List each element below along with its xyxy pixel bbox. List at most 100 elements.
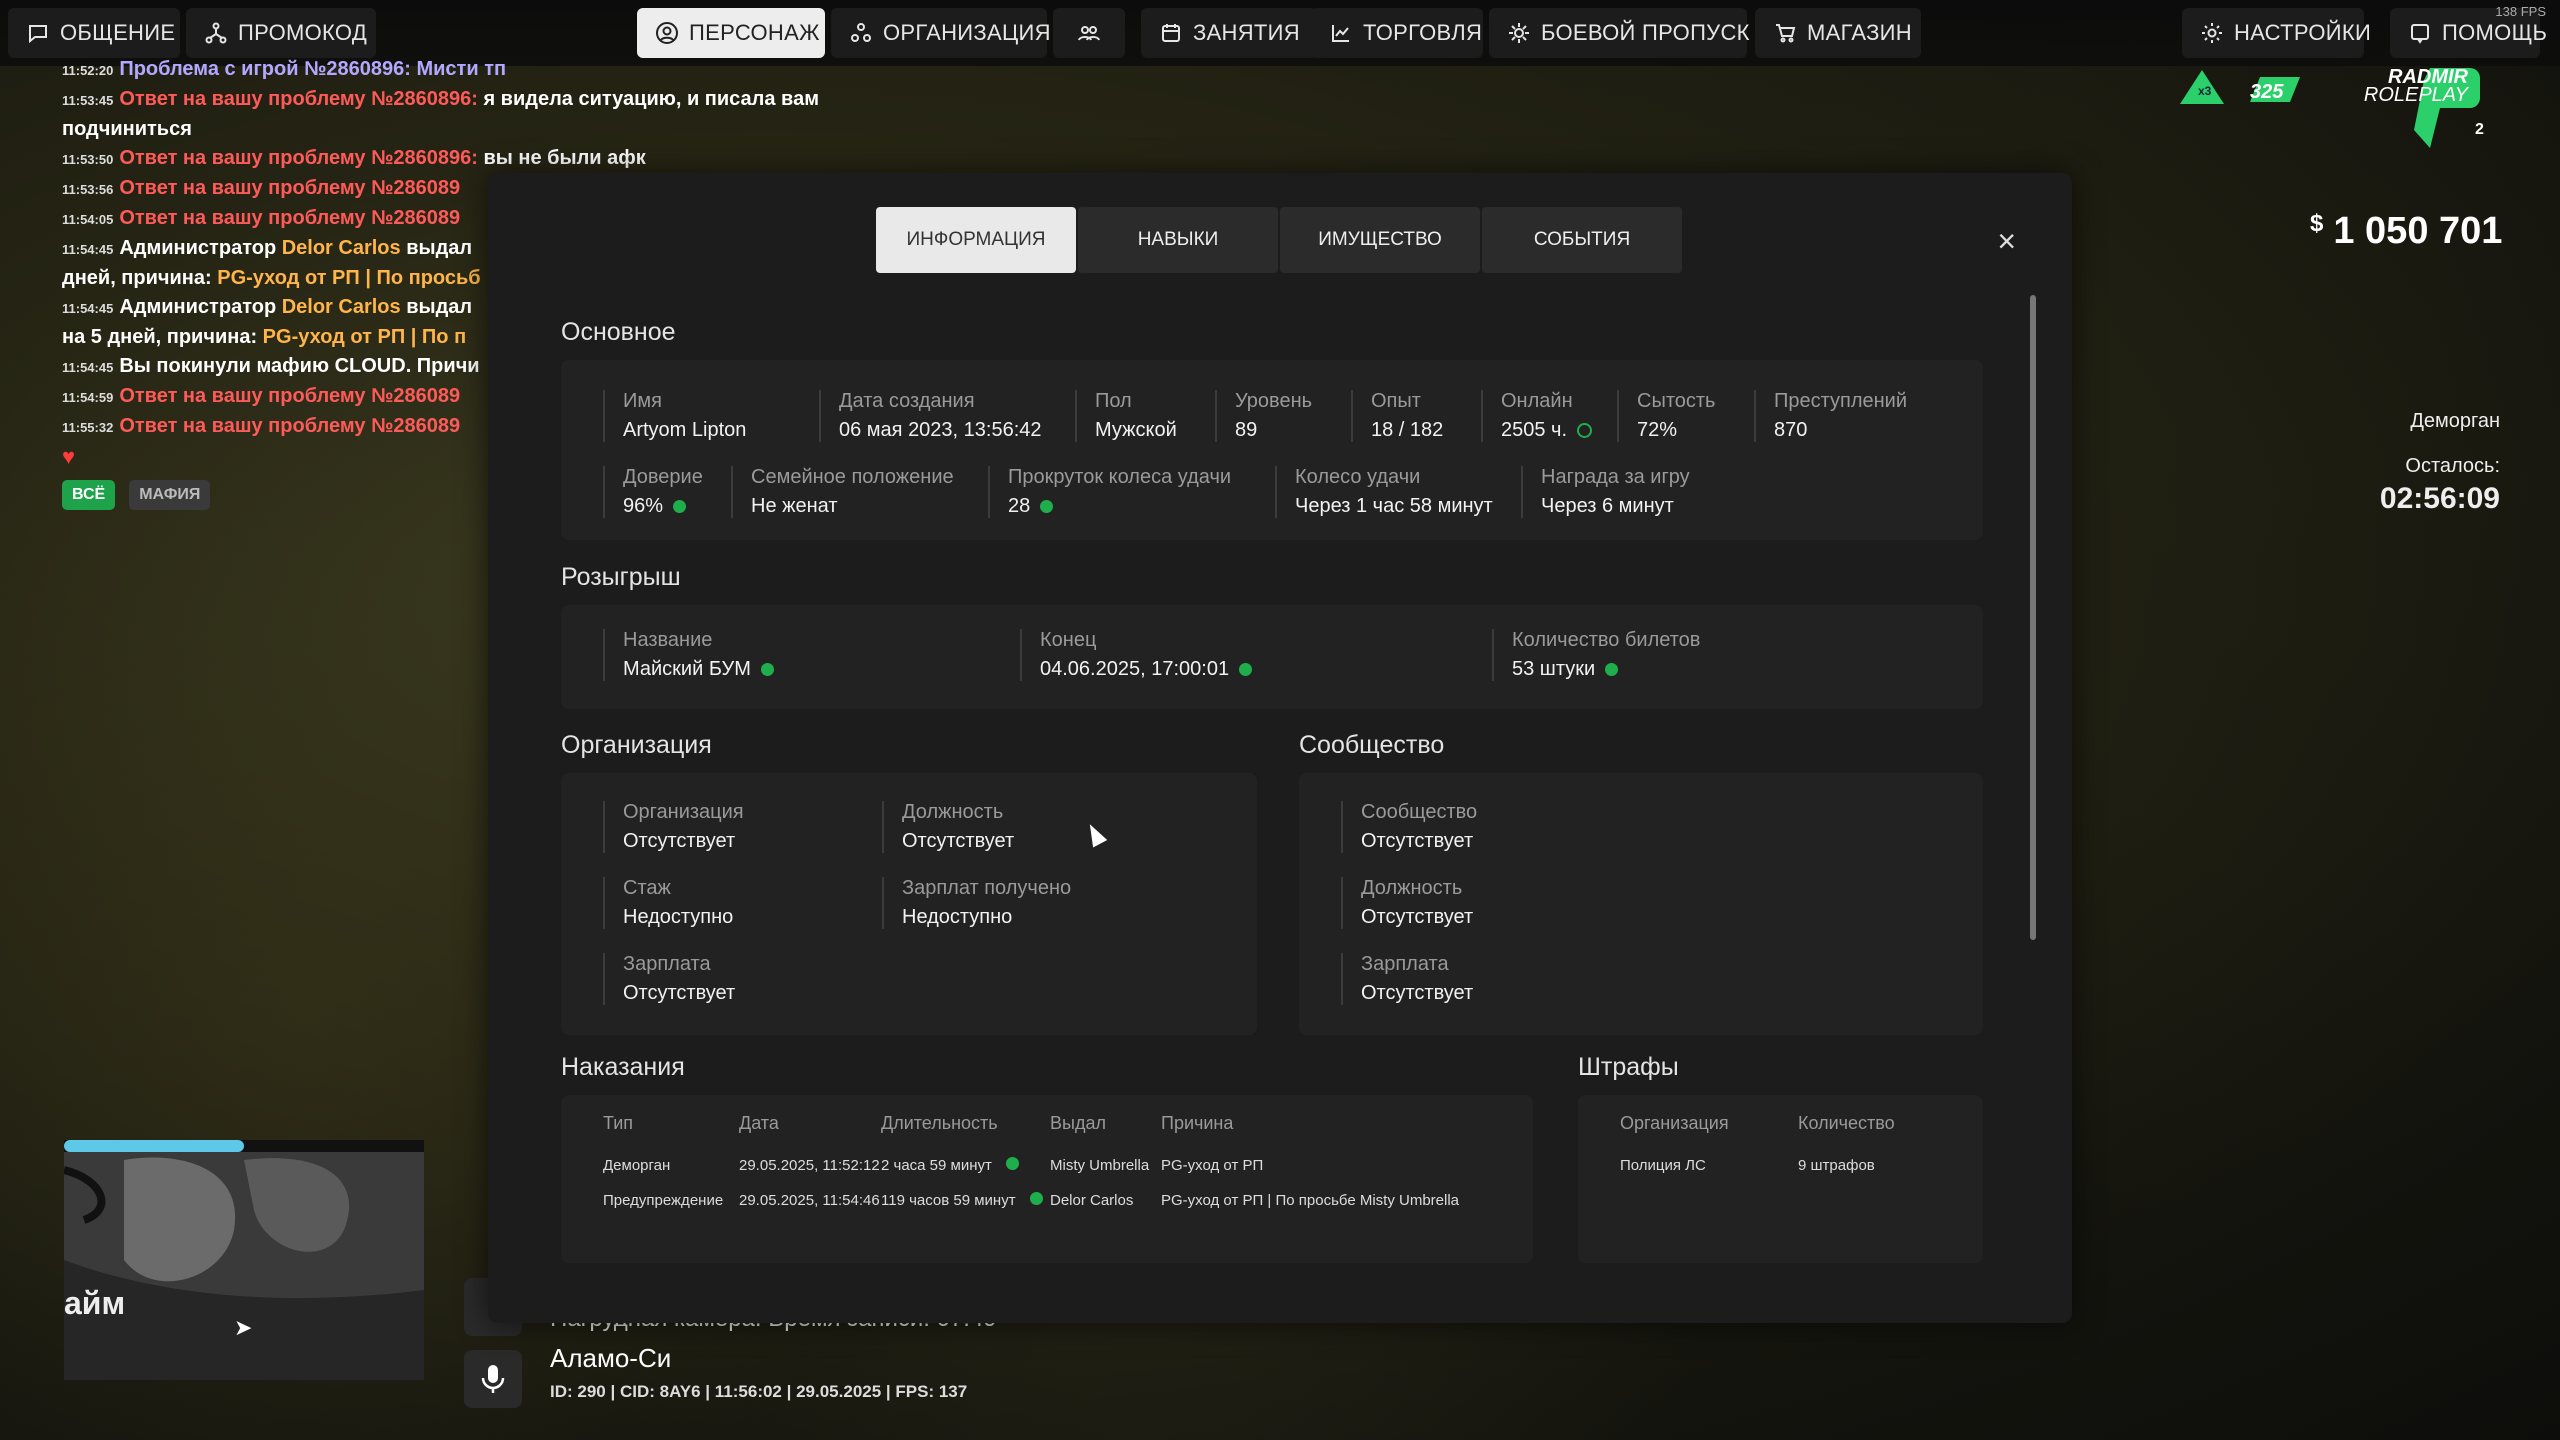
modal-tabs: ИНФОРМАЦИЯ НАВЫКИ ИМУЩЕСТВО СОБЫТИЯ (876, 207, 1682, 273)
field-name: Имя Artyom Lipton (603, 390, 746, 442)
table-row: Полиция ЛС 9 штрафов (1620, 1157, 1875, 1174)
chat-message: 11:53:45 Ответ на вашу проблему №2860896:… (62, 88, 819, 140)
field-lottery-tickets: Количество билетов 53 штуки (1492, 629, 1700, 681)
tab-info[interactable]: ИНФОРМАЦИЯ (876, 207, 1076, 273)
microphone-button[interactable] (464, 1350, 522, 1408)
status-dot-icon (760, 663, 774, 676)
field-wheel: Колесо удачи Через 1 час 58 минут (1275, 466, 1493, 518)
nav-settings[interactable]: НАСТРОЙКИ (2182, 8, 2371, 58)
status-dot-icon (1040, 500, 1054, 513)
field-community-salary: Зарплата Отсутствует (1341, 953, 1473, 1005)
field-org-exp: Стаж Недоступно (603, 877, 733, 929)
nav-organization[interactable]: ОРГАНИЗАЦИЯ (831, 8, 1051, 58)
radmir-logo: RADMIR ROLEPLAY (2363, 66, 2468, 106)
community-panel: Сообщество Отсутствует Должность Отсутству… (1299, 773, 1983, 1035)
nav-character[interactable]: ПЕРСОНАЖ (637, 8, 825, 58)
field-online: Онлайн 2505 ч. (1481, 390, 1593, 442)
status-dot-icon (1605, 663, 1619, 676)
field-exp: Опыт 18 / 182 (1351, 390, 1443, 442)
minimap-progress-fill (64, 1140, 244, 1152)
group-icon (1076, 20, 1102, 46)
chat-tabs: ВСЁ МАФИЯ (62, 480, 211, 510)
field-sex: Пол Мужской (1075, 390, 1177, 442)
field-community-position: Должность Отсутствует (1341, 877, 1473, 929)
badge-x: x3 (2198, 84, 2212, 98)
nav-chat[interactable]: ОБЩЕНИЕ (8, 8, 180, 58)
org-panel: Организация Отсутствует Должность Отсутств… (561, 773, 1257, 1035)
minimap: айм ➤ (64, 1140, 424, 1380)
minimap-zone-label: айм (64, 1285, 126, 1321)
field-level: Уровень 89 (1215, 390, 1312, 442)
user-icon (655, 20, 679, 46)
field-family: Семейное положение Не женат (731, 466, 954, 518)
status-dot-icon (1239, 663, 1253, 676)
organization-icon (849, 20, 873, 46)
gear-icon (2200, 20, 2224, 46)
punishments-panel: Тип Дата Длительность Выдал Причина Демо… (561, 1095, 1533, 1263)
field-reward: Награда за игру Через 6 минут (1521, 466, 1690, 518)
status-dot-icon (673, 500, 687, 513)
help-icon (2408, 20, 2432, 46)
badge-number: 325 (2250, 81, 2284, 103)
nav-promo[interactable]: ПРОМОКОД (186, 8, 376, 58)
fines-panel: Организация Количество Полиция ЛС 9 штраф… (1578, 1095, 1983, 1263)
field-satiety: Сытость 72% (1617, 390, 1715, 442)
field-org-salary: Зарплата Отсутствует (603, 953, 735, 1005)
demorgan-timer: Деморган Осталось: 02:56:09 (2379, 410, 2500, 515)
hud-badges: 325 2 x3 RADMIR ROLEPLAY (2170, 62, 2510, 162)
section-fines-title: Штрафы (1578, 1053, 1679, 1081)
fines-table: Организация Количество Полиция ЛС 9 штраф… (1620, 1113, 1895, 1183)
help-icon[interactable] (1577, 423, 1593, 438)
network-icon (204, 20, 228, 46)
modal-scrollbar[interactable] (2030, 295, 2036, 940)
calendar-icon (1159, 20, 1183, 46)
field-lottery-name: Название Майский БУМ (603, 629, 774, 681)
cart-icon (1773, 20, 1797, 46)
field-lottery-end: Конец 04.06.2025, 17:00:01 (1020, 629, 1253, 681)
field-org-position: Должность Отсутствует (882, 801, 1014, 853)
nav-trade[interactable]: ТОРГОВЛЯ (1311, 8, 1483, 58)
basic-panel: Имя Artyom Lipton Дата создания 06 мая 202… (561, 360, 1983, 540)
field-trust: Доверие 96% (603, 466, 703, 518)
tab-events[interactable]: СОБЫТИЯ (1482, 207, 1682, 273)
status-dot-icon (1029, 1192, 1043, 1205)
nav-shop[interactable]: МАГАЗИН (1755, 8, 1921, 58)
lottery-panel: Название Майский БУМ Конец 04.06.2025, 17:… (561, 605, 1983, 709)
microphone-icon (481, 1365, 505, 1393)
field-crimes: Преступлений 870 (1754, 390, 1907, 442)
nav-group[interactable] (1053, 8, 1125, 58)
tab-property[interactable]: ИМУЩЕСТВО (1280, 207, 1480, 273)
chat-message: 11:52:20 Проблема с игрой №2860896: Мисти… (62, 58, 507, 80)
punishments-table: Тип Дата Длительность Выдал Причина Демо… (603, 1113, 1459, 1218)
section-community-title: Сообщество (1299, 731, 1445, 759)
gear-star-icon (1507, 20, 1531, 46)
fps-counter: 138 FPS (2495, 4, 2546, 19)
field-community: Сообщество Отсутствует (1341, 801, 1477, 853)
tab-skills[interactable]: НАВЫКИ (1078, 207, 1278, 273)
logo-server: 2 (2475, 121, 2484, 138)
section-punishments-title: Наказания (561, 1053, 685, 1081)
nav-battle-pass[interactable]: БОЕВОЙ ПРОПУСК (1489, 8, 1749, 58)
chat-message: 11:53:50 Ответ на вашу проблему №2860896:… (62, 147, 646, 169)
field-org: Организация Отсутствует (603, 801, 744, 853)
field-created: Дата создания 06 мая 2023, 13:56:42 (819, 390, 1042, 442)
minimap-progress-track (64, 1140, 424, 1152)
chat-tab-all[interactable]: ВСЁ (62, 480, 116, 510)
player-arrow-icon: ➤ (234, 1315, 253, 1340)
table-row: Деморган 29.05.2025, 11:52:12 2 часа 59 м… (603, 1157, 1264, 1174)
section-org-title: Организация (561, 731, 712, 759)
field-spins: Прокруток колеса удачи 28 (988, 466, 1231, 518)
status-dot-icon (1006, 1157, 1020, 1170)
money-display: $1 050 701 (2310, 210, 2503, 252)
chart-icon (1329, 20, 1353, 46)
field-org-paid: Зарплат получено Недоступно (882, 877, 1071, 929)
character-modal: ИНФОРМАЦИЯ НАВЫКИ ИМУЩЕСТВО СОБЫТИЯ × Ос… (488, 173, 2072, 1323)
chat-icon (26, 20, 50, 46)
close-icon[interactable]: × (1997, 223, 2016, 260)
section-lottery-title: Розыгрыш (561, 563, 681, 591)
chat-tab-mafia[interactable]: МАФИЯ (129, 480, 211, 510)
section-basic-title: Основное (561, 318, 676, 346)
player-ids: ID: 290 | CID: 8AY6 | 11:56:02 | 29.05.2… (550, 1382, 968, 1401)
location-name: Аламо-Си (550, 1343, 672, 1373)
nav-jobs[interactable]: ЗАНЯТИЯ (1141, 8, 1317, 58)
